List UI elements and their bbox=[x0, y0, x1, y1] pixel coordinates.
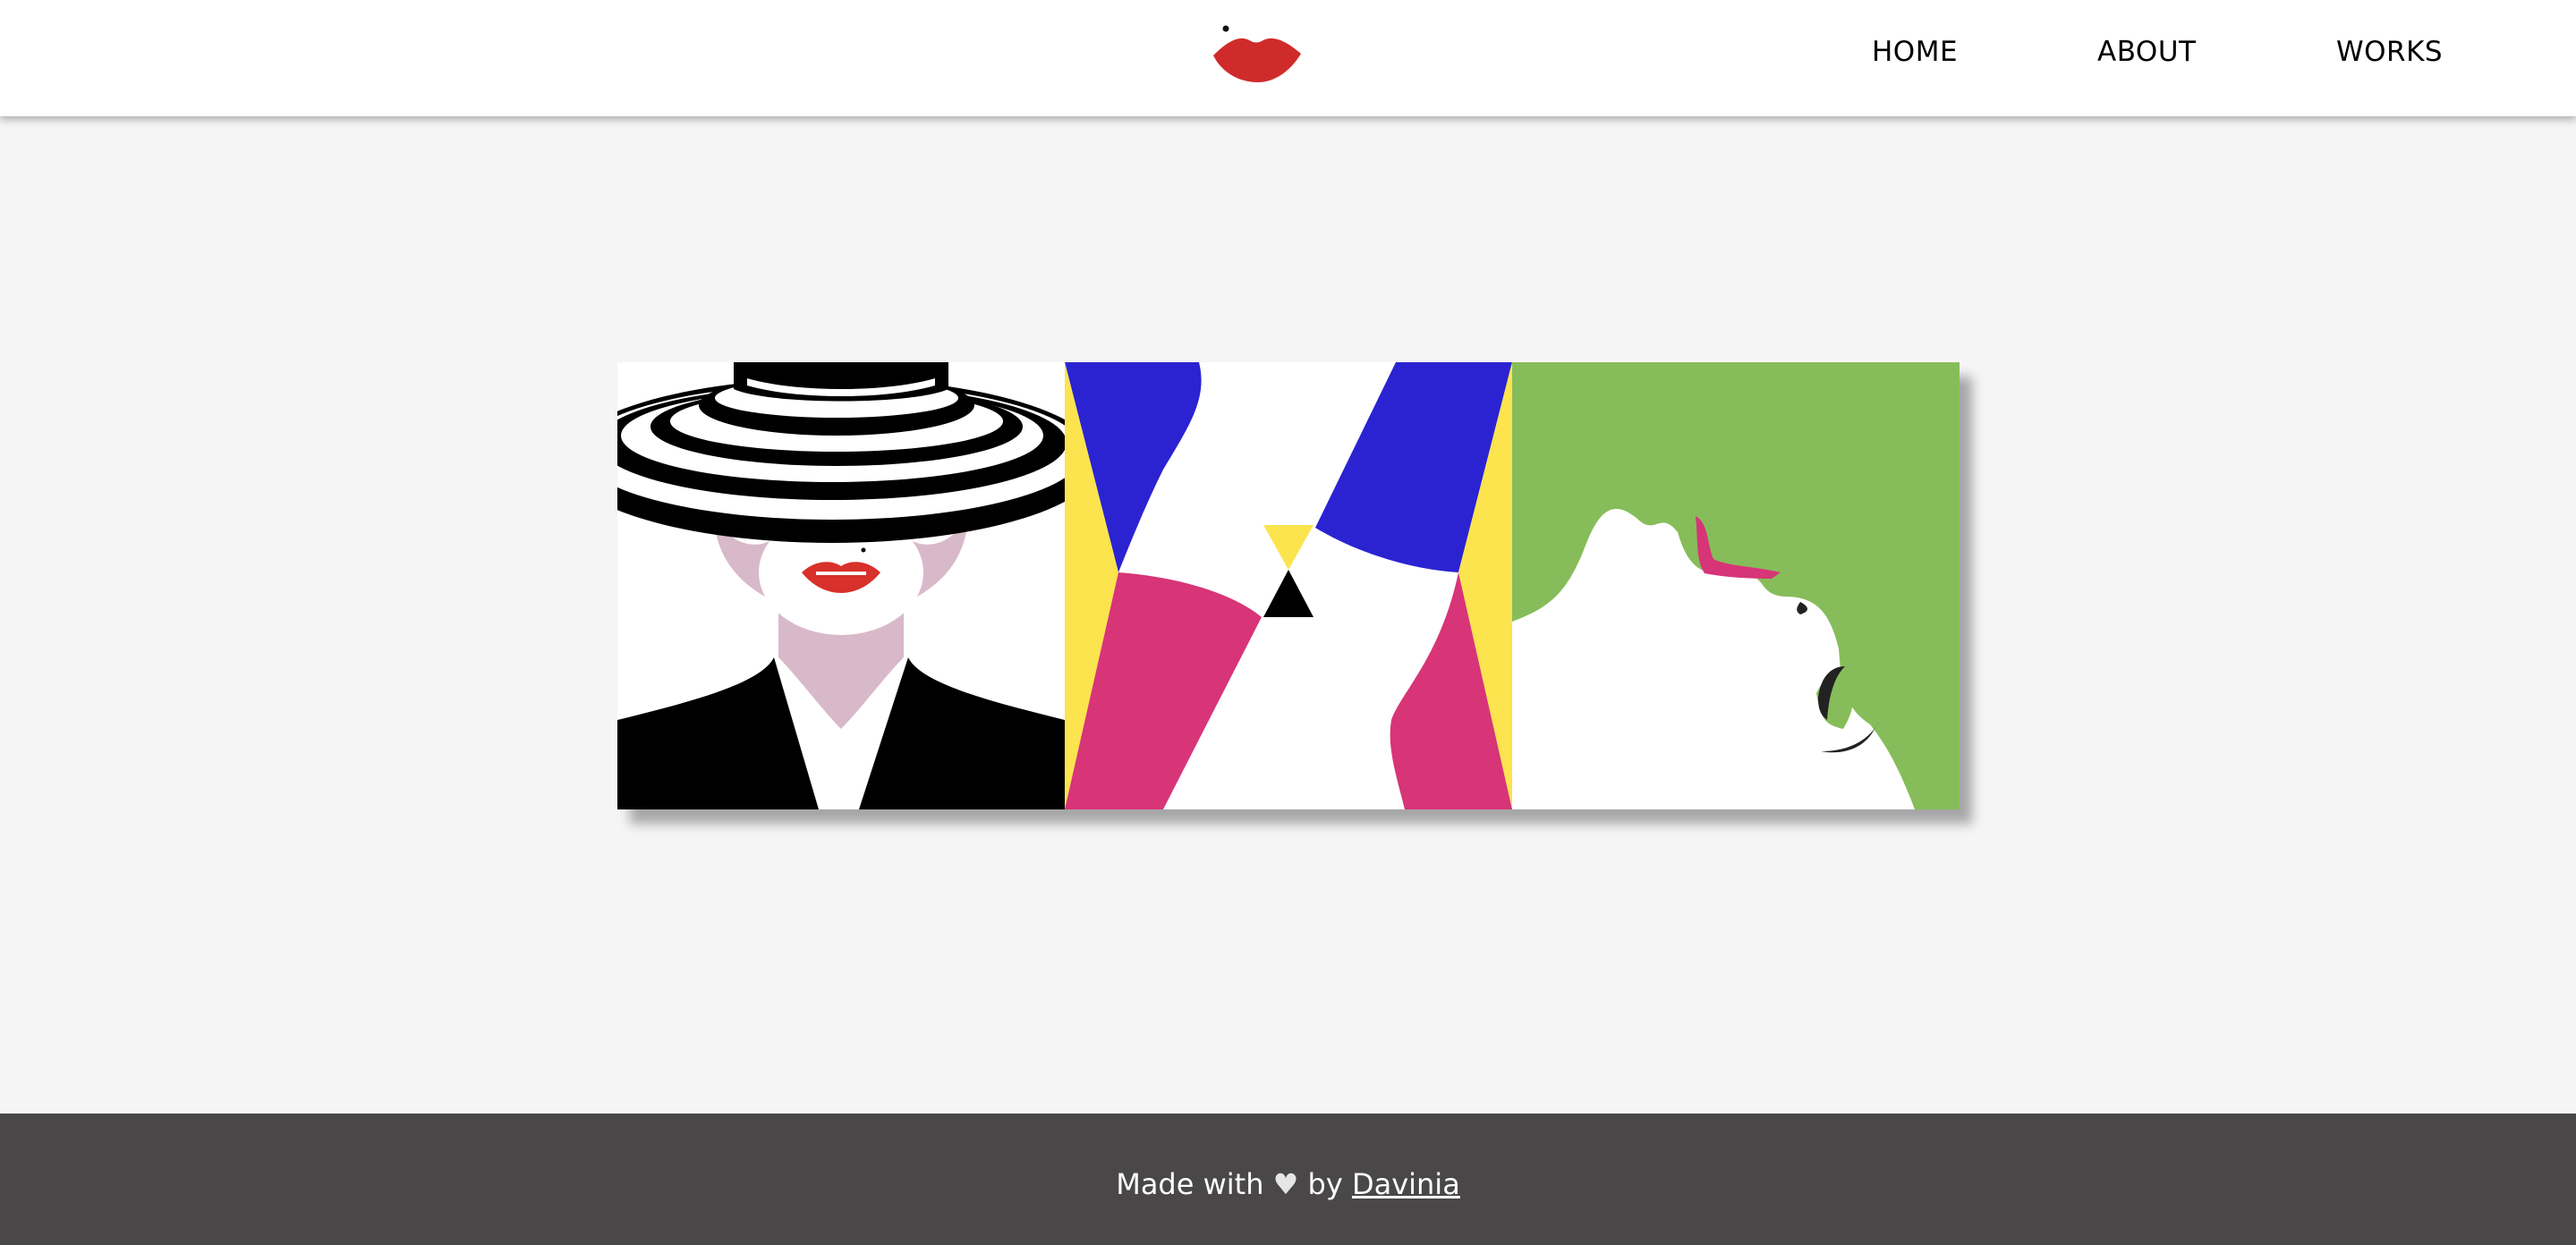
heart-icon: ♥ bbox=[1272, 1167, 1299, 1201]
footer-made-with: Made with bbox=[1116, 1167, 1264, 1201]
green-hair-profile-artwork[interactable] bbox=[1512, 362, 1960, 809]
footer-by: by bbox=[1307, 1167, 1343, 1201]
nav-about-link[interactable]: ABOUT bbox=[2097, 36, 2196, 68]
footer-credit: Made with ♥ by Davinia bbox=[0, 1167, 2576, 1201]
nav-home-link[interactable]: HOME bbox=[1872, 36, 1958, 68]
site-footer: Made with ♥ by Davinia bbox=[0, 1114, 2576, 1245]
site-header: HOME ABOUT WORKS bbox=[0, 0, 2576, 116]
woman-in-striped-hat-artwork[interactable] bbox=[617, 362, 1065, 809]
artwork-gallery bbox=[617, 362, 1960, 809]
nav-works-link[interactable]: WORKS bbox=[2336, 36, 2443, 68]
lips-logo-icon[interactable] bbox=[1210, 23, 1306, 86]
author-link[interactable]: Davinia bbox=[1352, 1167, 1460, 1201]
geometric-abstract-artwork[interactable] bbox=[1065, 362, 1512, 809]
